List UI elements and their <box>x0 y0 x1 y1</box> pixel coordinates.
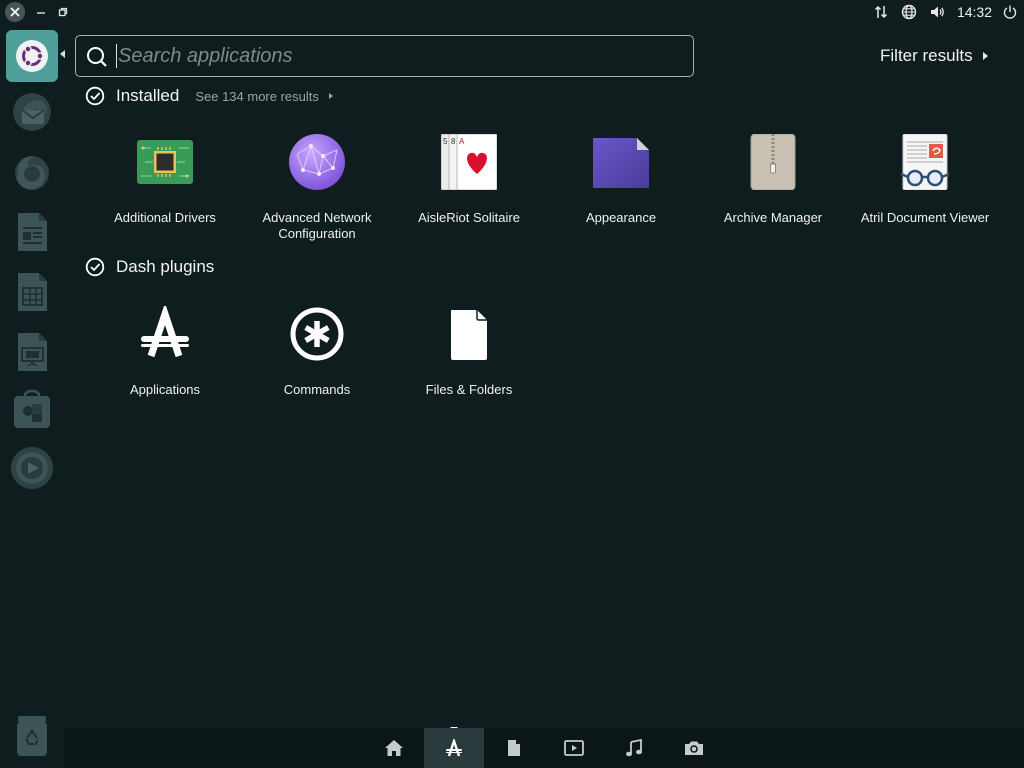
lens-photos[interactable] <box>664 728 724 768</box>
plugin-label: Applications <box>129 382 201 397</box>
minimize-button[interactable] <box>33 3 49 21</box>
appearance-icon <box>593 134 649 190</box>
app-label: Appearance <box>585 210 657 225</box>
restore-button[interactable] <box>55 3 71 21</box>
ubuntu-logo-icon <box>16 40 48 72</box>
launcher-trash[interactable] <box>8 712 56 760</box>
dash-plugins-section-title[interactable]: Dash plugins <box>116 257 214 277</box>
app-tile-appearance[interactable]: Appearance <box>545 134 697 254</box>
check-circle-icon <box>85 86 105 106</box>
commands-icon <box>289 306 345 362</box>
chevron-right-icon <box>328 93 333 99</box>
calc-icon <box>18 273 47 311</box>
see-more-link[interactable]: See 134 more results <box>195 89 333 104</box>
applications-icon <box>446 739 462 757</box>
launcher-rhythmbox[interactable] <box>8 444 56 492</box>
top-panel: 14:32 <box>0 0 1024 24</box>
applications-lens-icon <box>137 306 193 362</box>
sound-indicator[interactable] <box>923 0 951 24</box>
network-indicator[interactable] <box>867 0 895 24</box>
archive-icon <box>745 134 801 190</box>
playing-cards-icon: 5 8 A <box>441 134 497 190</box>
lens-applications[interactable] <box>424 728 484 768</box>
software-center-icon <box>14 389 50 428</box>
lens-video[interactable] <box>544 728 604 768</box>
thunderbird-icon <box>13 93 51 131</box>
installed-section-header: Installed See 134 more results <box>85 85 333 107</box>
filter-results-label: Filter results <box>880 46 973 65</box>
search-input[interactable] <box>118 42 678 70</box>
launcher-dash-home[interactable] <box>6 30 58 82</box>
text-caret <box>116 44 117 68</box>
writer-icon <box>18 213 47 251</box>
restore-icon <box>58 7 68 17</box>
network-globe-icon <box>289 134 345 190</box>
search-icon <box>87 47 107 67</box>
check-circle-icon <box>85 257 105 277</box>
impress-icon <box>18 333 47 371</box>
media-player-icon <box>11 447 53 489</box>
svg-text:A: A <box>459 137 465 146</box>
lens-music[interactable] <box>604 728 664 768</box>
app-label: Archive Manager <box>723 210 823 225</box>
video-icon <box>564 740 584 756</box>
app-tile-archive-manager[interactable]: Archive Manager <box>697 134 849 254</box>
indicator-area: 14:32 <box>867 0 1024 24</box>
svg-text:8: 8 <box>451 137 456 146</box>
launcher-writer[interactable] <box>8 208 56 256</box>
plugin-label: Commands <box>283 382 351 397</box>
app-tile-additional-drivers[interactable]: Additional Drivers <box>89 134 241 254</box>
search-box[interactable] <box>75 35 694 77</box>
filter-results-button[interactable]: Filter results <box>880 44 988 68</box>
session-indicator[interactable] <box>996 0 1024 24</box>
launcher-software[interactable] <box>8 386 56 434</box>
chip-icon <box>137 134 193 190</box>
installed-section-title[interactable]: Installed <box>116 86 179 106</box>
launcher-active-arrow <box>60 50 65 58</box>
lens-home[interactable] <box>364 728 424 768</box>
music-icon <box>626 739 642 757</box>
launcher-thunderbird[interactable] <box>8 88 56 136</box>
camera-icon <box>685 741 703 755</box>
power-icon <box>1003 5 1017 19</box>
plugin-tile-files-folders[interactable]: Files & Folders <box>393 306 545 426</box>
app-tile-aisleriot-solitaire[interactable]: 5 8 A AisleRiot Solitaire <box>393 134 545 254</box>
clock[interactable]: 14:32 <box>951 4 996 20</box>
language-indicator[interactable] <box>895 0 923 24</box>
app-tile-atril-document-viewer[interactable]: Atril Document Viewer <box>849 134 1001 254</box>
dash-plugins-section-header: Dash plugins <box>85 256 214 278</box>
plugin-tile-commands[interactable]: Commands <box>241 306 393 426</box>
firefox-icon <box>15 156 49 190</box>
minimize-icon <box>37 12 45 14</box>
lens-bar <box>64 728 1024 768</box>
plugin-label: Files & Folders <box>425 382 513 397</box>
file-icon <box>508 740 520 756</box>
app-label: Atril Document Viewer <box>860 210 990 225</box>
document-viewer-icon <box>897 134 953 190</box>
volume-icon <box>930 6 944 18</box>
globe-icon <box>901 4 917 20</box>
file-icon <box>441 306 497 362</box>
launcher-calc[interactable] <box>8 268 56 316</box>
launcher-impress[interactable] <box>8 328 56 376</box>
app-tile-advanced-network-configuration[interactable]: Advanced Network Configuration <box>241 134 393 254</box>
app-label: Additional Drivers <box>114 210 216 225</box>
plugin-tile-applications[interactable]: Applications <box>89 306 241 426</box>
close-icon <box>10 7 20 17</box>
lens-files[interactable] <box>484 728 544 768</box>
app-label: AisleRiot Solitaire <box>418 210 520 225</box>
expand-arrow-icon <box>982 52 988 60</box>
home-icon <box>385 740 403 756</box>
app-label: Advanced Network Configuration <box>262 210 372 241</box>
launcher-firefox[interactable] <box>8 148 56 196</box>
launcher <box>0 24 65 768</box>
svg-text:5: 5 <box>443 137 448 146</box>
close-button[interactable] <box>5 2 25 22</box>
network-transfer-icon <box>874 5 887 19</box>
see-more-label: See 134 more results <box>195 88 319 104</box>
trash-icon <box>17 716 47 756</box>
